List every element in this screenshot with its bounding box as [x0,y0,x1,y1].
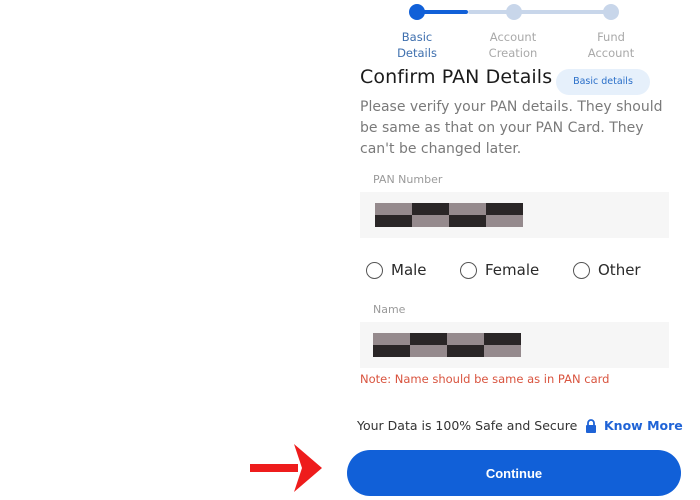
page-title: Confirm PAN Details [360,66,553,88]
pan-number-input[interactable] [360,192,669,238]
step-dot-account-creation [506,4,522,20]
know-more-link[interactable]: Know More [604,418,683,433]
step-label-fund-account: Fund Account [576,29,646,61]
redacted-name-value [373,333,521,357]
step-label-line: Basic [401,30,433,44]
gender-radio-female[interactable]: Female [460,261,539,279]
step-label-line: Account [489,30,537,44]
name-label: Name [373,303,406,316]
radio-label: Female [485,261,540,279]
progress-stepper: Basic Details Account Creation Fund Acco… [380,0,660,64]
name-input[interactable] [360,322,669,368]
description-text: Please verify your PAN details. They sho… [360,99,663,157]
section-badge: Basic details [556,69,650,95]
security-text: Your Data is 100% Safe and Secure [357,418,578,433]
step-dot-fund-account [603,4,619,20]
gender-radio-other[interactable]: Other [573,261,641,279]
continue-button[interactable]: Continue [347,450,681,496]
gender-radio-male[interactable]: Male [366,261,427,279]
radio-circle-icon [460,261,477,279]
security-message: Your Data is 100% Safe and Secure [357,418,597,433]
radio-circle-icon [573,261,590,279]
radio-label: Other [598,261,641,279]
step-label-account-creation: Account Creation [478,29,548,61]
step-label-line: Fund [597,30,625,44]
lock-icon [586,418,597,433]
step-label-line: Details [397,46,437,60]
radio-label: Male [391,261,427,279]
step-label-line: Account [587,46,635,60]
step-connector-2 [514,10,610,14]
redacted-pan-value [375,203,523,227]
arrow-right-icon [250,444,322,492]
pan-number-label: PAN Number [373,173,443,186]
step-label-basic-details: Basic Details [382,29,452,61]
step-dot-basic-details [409,4,425,20]
name-note: Note: Name should be same as in PAN card [360,372,610,386]
radio-circle-icon [366,261,383,279]
step-label-line: Creation [488,46,538,60]
